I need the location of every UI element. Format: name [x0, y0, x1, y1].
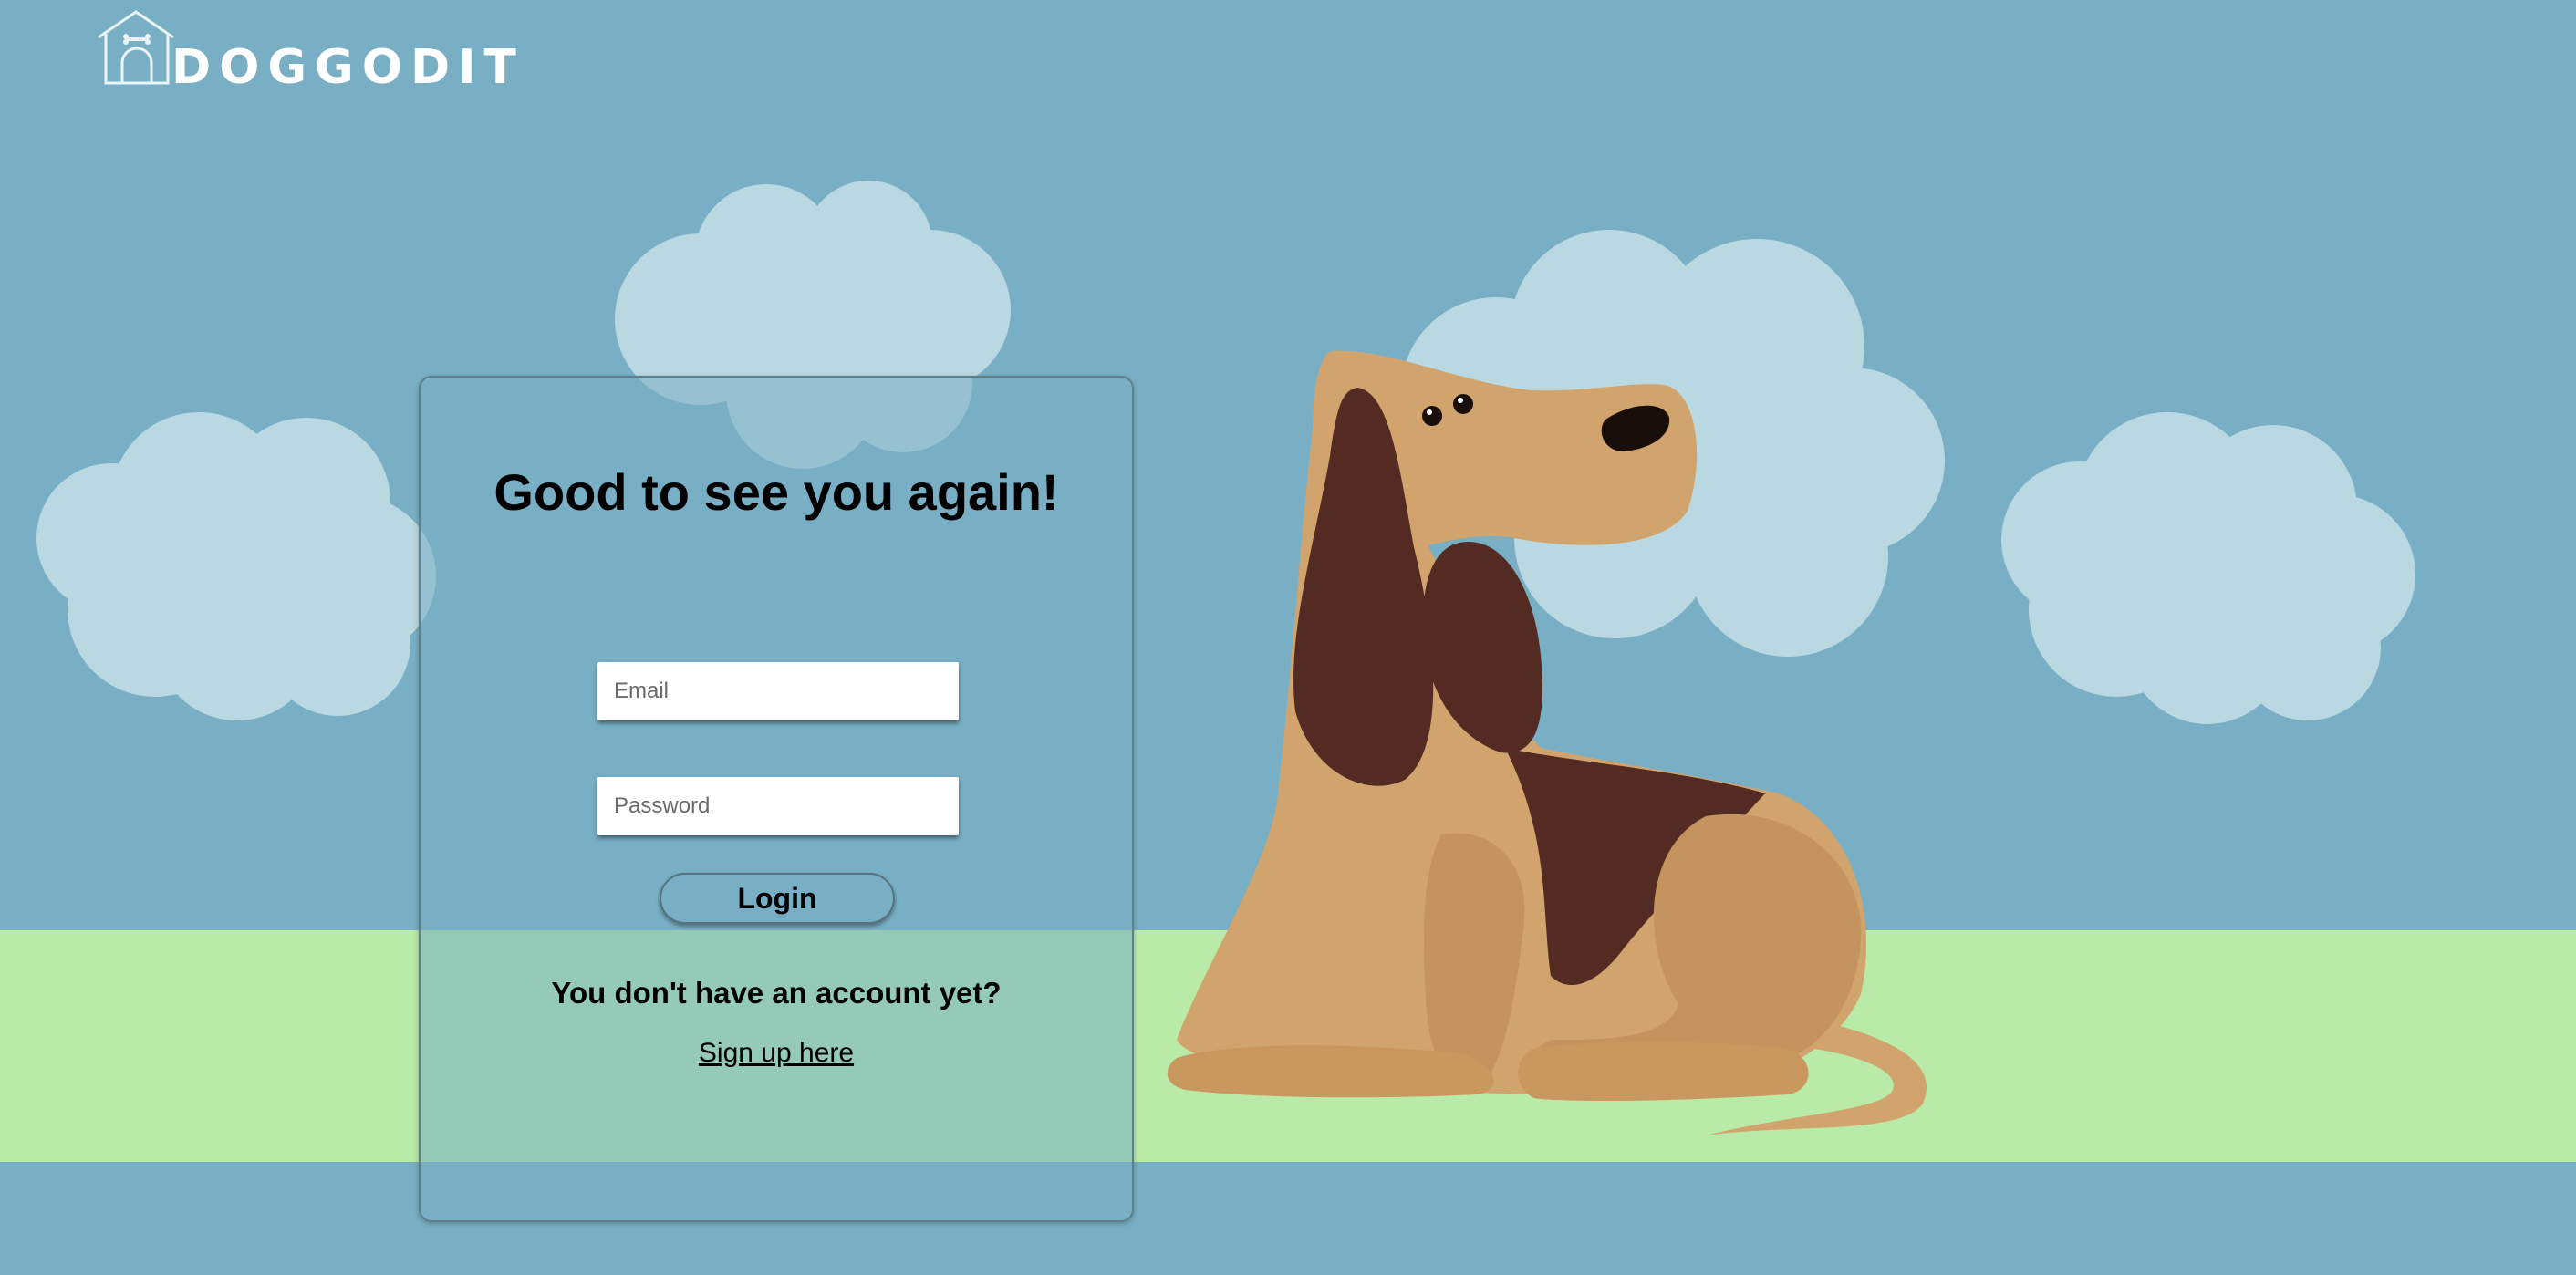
signup-link[interactable]: Sign up here	[421, 1038, 1132, 1069]
brand-logo[interactable]: DOGGODIT	[95, 10, 525, 95]
login-card: Good to see you again! Login You don't h…	[419, 376, 1134, 1222]
signup-prompt: You don't have an account yet?	[551, 976, 1002, 1010]
login-title: Good to see you again!	[493, 463, 1059, 521]
email-field[interactable]	[597, 662, 959, 720]
login-button[interactable]: Login	[660, 873, 895, 924]
password-field[interactable]	[597, 777, 959, 835]
doghouse-icon	[95, 6, 177, 93]
brand-name: DOGGODIT	[171, 40, 525, 95]
background-scene	[0, 0, 2576, 1275]
